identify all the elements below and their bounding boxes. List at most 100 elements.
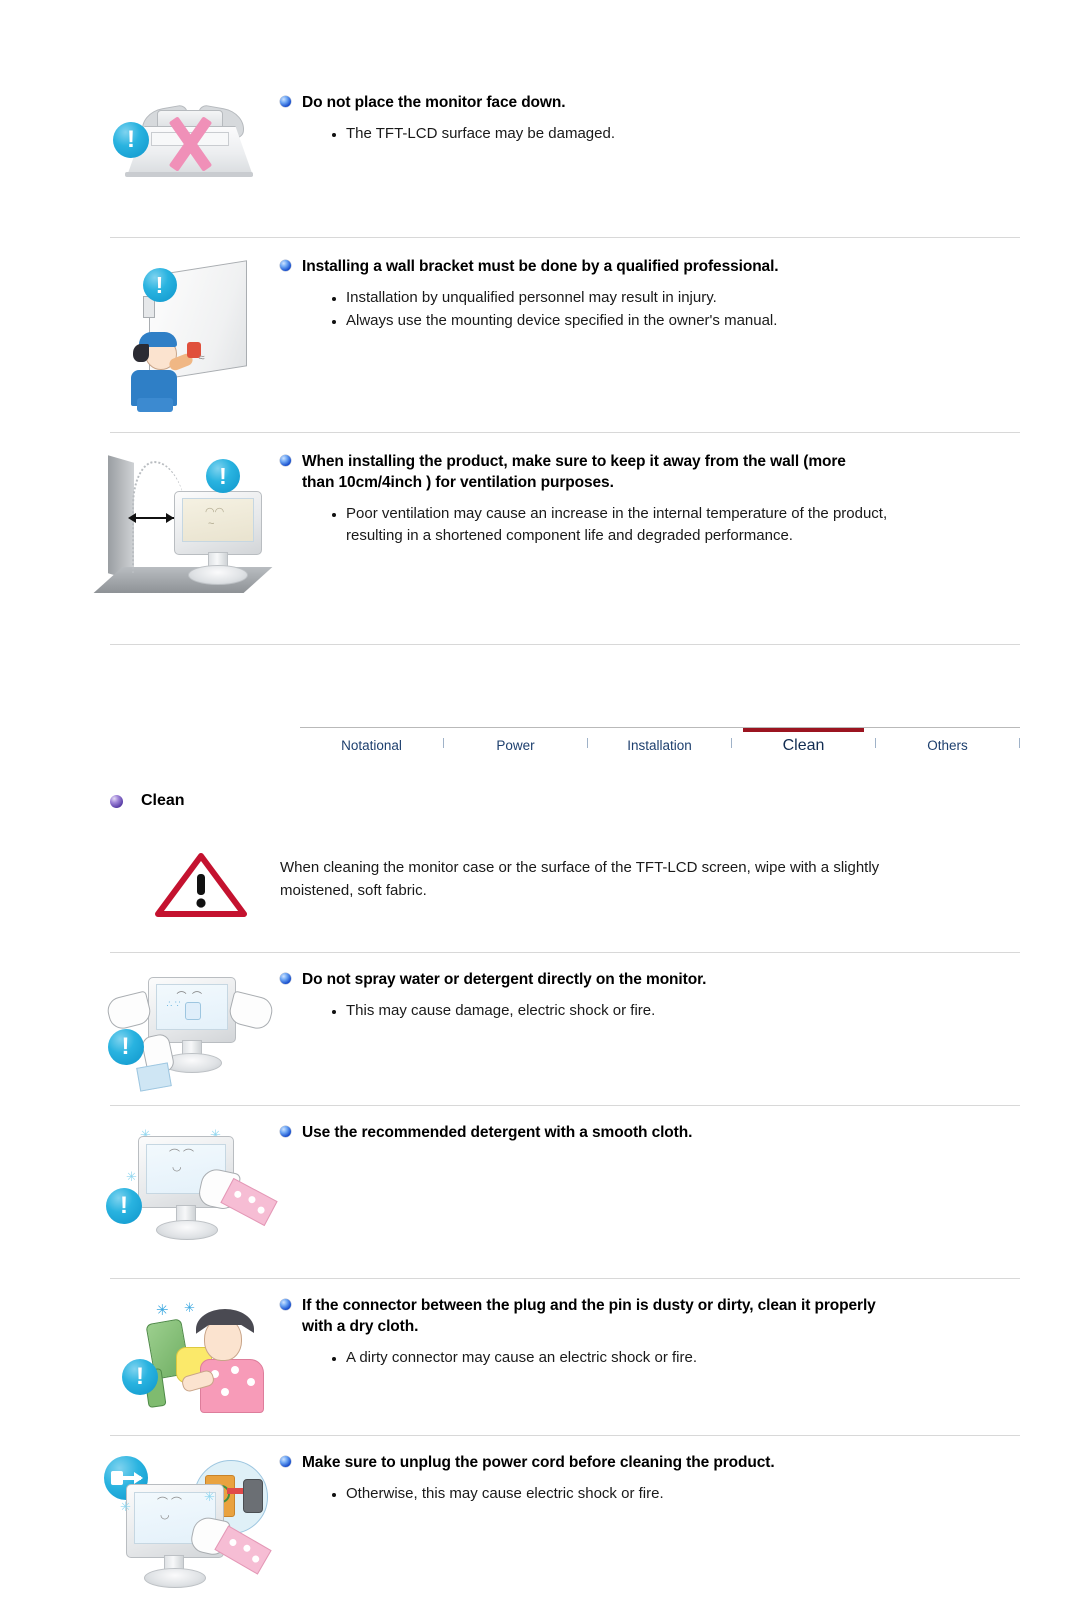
divider-2 xyxy=(110,432,1020,433)
pink-polka-cloth-icon xyxy=(214,1525,272,1575)
heading-text: Do not place the monitor face down. xyxy=(302,94,566,111)
blue-sphere-bullet-icon xyxy=(280,1456,291,1467)
heading-text: Installing a wall bracket must be done b… xyxy=(302,258,779,275)
monitor-screen: ◠◠ ~ xyxy=(182,498,254,542)
figure-worker-wall-bracket: ≈ ! xyxy=(100,256,275,412)
exclamation-badge-icon: ! xyxy=(106,1188,142,1224)
bullet-list-no-spray: This may cause damage, electric shock or… xyxy=(280,1000,1020,1022)
divider-4 xyxy=(110,952,1020,953)
exclamation-badge-icon: ! xyxy=(142,268,177,302)
section-clean-intro: When cleaning the monitor case or the su… xyxy=(0,852,1080,918)
screen-face-graphic: ◠◠ ~ xyxy=(205,506,225,530)
monitor-base xyxy=(188,565,248,585)
heading-text: Make sure to unplug the power cord befor… xyxy=(302,1454,775,1471)
tab-navigation[interactable]: Notational Power Installation Clean Othe… xyxy=(300,727,1020,762)
section-wall-bracket: ≈ ! Installing a wall bracket must be do… xyxy=(0,256,1080,412)
bullet-list-dusty-connector: A dirty connector may cause an electric … xyxy=(280,1347,1020,1369)
figure-monitor-spray-warning: ⌒ ⌒ ∴ ∵ ! xyxy=(100,969,275,1092)
heading-recommended-detergent: Use the recommended detergent with a smo… xyxy=(280,1122,1020,1143)
divider-1 xyxy=(110,237,1020,238)
cloth-icon xyxy=(135,1062,172,1092)
bullet-list-unplug-first: Otherwise, this may cause electric shock… xyxy=(280,1483,1020,1505)
heading-do-not-place-face-down: Do not place the monitor face down. xyxy=(280,92,1020,113)
distance-arrow-right xyxy=(166,513,174,523)
cross-icon xyxy=(167,116,215,172)
heading-text: When installing the product, make sure t… xyxy=(302,453,846,491)
heading-wall-bracket: Installing a wall bracket must be done b… xyxy=(280,256,1020,277)
section-tabbar: Notational Power Installation Clean Othe… xyxy=(300,725,1020,762)
worker-legs xyxy=(136,398,173,412)
safety-instructions-page: ! Do not place the monitor face down. Th… xyxy=(0,92,1080,1619)
monitor-base xyxy=(144,1568,206,1588)
section-recommended-detergent: ✳ ✳ ✳ ⌒ ⌒ ◡ ! Use the recommended deterg… xyxy=(0,1122,1080,1254)
tab-clean[interactable]: Clean xyxy=(732,728,875,762)
heading-no-spray: Do not spray water or detergent directly… xyxy=(280,969,1020,990)
monitor-base xyxy=(156,1220,218,1240)
sparkle-icon: ✳ xyxy=(204,1489,215,1504)
motion-marks: ≈ xyxy=(198,352,205,364)
exclamation-badge-icon: ! xyxy=(122,1359,158,1395)
figure-unplug-before-cleaning: ⌒ ⌒ ◡ ✳ ✳ xyxy=(100,1452,275,1591)
sparkle-icon: ✳ xyxy=(120,1499,131,1514)
sparkle-icon: ✳ xyxy=(184,1300,195,1315)
pink-polka-cloth-icon xyxy=(220,1177,278,1227)
heading-text: If the connector between the plug and th… xyxy=(302,1297,876,1335)
spray-bottle-graphic xyxy=(184,1002,201,1020)
monitor-screen: ⌒ ⌒ ∴ ∵ xyxy=(155,984,228,1030)
content-wall-bracket: Installing a wall bracket must be done b… xyxy=(275,256,1020,333)
heading-dusty-connector: If the connector between the plug and th… xyxy=(280,1295,882,1337)
content-do-not-place-face-down: Do not place the monitor face down. The … xyxy=(275,92,1020,146)
tab-separator xyxy=(1019,738,1020,748)
content-no-spray: Do not spray water or detergent directly… xyxy=(275,969,1020,1023)
spray-droplets-graphic: ∴ ∵ xyxy=(166,999,181,1009)
warning-triangle-icon xyxy=(154,853,247,917)
woman-shirt xyxy=(200,1359,264,1413)
section-title-label: Clean xyxy=(141,792,185,809)
list-item: The TFT-LCD surface may be damaged. xyxy=(332,123,1020,145)
list-item: This may cause damage, electric shock or… xyxy=(332,1000,1020,1022)
heading-text: Do not spray water or detergent directly… xyxy=(302,971,707,988)
exclamation-badge-icon: ! xyxy=(206,459,240,493)
blue-sphere-bullet-icon xyxy=(280,260,291,271)
blue-sphere-bullet-icon xyxy=(280,96,291,107)
tab-others[interactable]: Others xyxy=(876,732,1019,762)
sparkle-icon: ✳ xyxy=(156,1302,169,1319)
section-unplug-first: ⌒ ⌒ ◡ ✳ ✳ Make sure to unplug the power … xyxy=(0,1452,1080,1591)
list-item: Installation by unqualified personnel ma… xyxy=(332,287,1020,309)
list-item: A dirty connector may cause an electric … xyxy=(332,1347,1020,1369)
monitor-shadow-bar xyxy=(125,172,253,177)
tab-installation[interactable]: Installation xyxy=(588,732,731,762)
divider-5 xyxy=(110,1105,1020,1106)
worker-hair xyxy=(132,344,149,362)
screen-smiley-graphic: ⌒ ⌒ ◡ xyxy=(157,1497,183,1521)
figure-warning-triangle xyxy=(100,852,275,918)
section-ventilation: ◠◠ ~ ! When installing the product, make… xyxy=(0,451,1080,610)
blue-sphere-bullet-icon xyxy=(280,1299,291,1310)
section-title-clean: Clean xyxy=(0,792,1080,810)
figure-monitor-away-from-wall: ◠◠ ~ ! xyxy=(93,451,275,610)
exclamation-badge-icon: ! xyxy=(107,1029,144,1065)
list-item: Always use the mounting device specified… xyxy=(332,310,1020,332)
clean-intro-text: When cleaning the monitor case or the su… xyxy=(280,859,880,899)
sparkle-icon: ✳ xyxy=(126,1169,137,1184)
content-recommended-detergent: Use the recommended detergent with a smo… xyxy=(275,1122,1020,1143)
section-dusty-connector: ✳ ✳ ! If the connector between the plug … xyxy=(0,1295,1080,1417)
blue-sphere-bullet-icon xyxy=(280,455,291,466)
content-unplug-first: Make sure to unplug the power cord befor… xyxy=(275,1452,1020,1506)
purple-sphere-bullet-icon xyxy=(110,794,123,808)
divider-7 xyxy=(110,1435,1020,1436)
hand-left-icon xyxy=(104,990,153,1032)
heading-text: Use the recommended detergent with a smo… xyxy=(302,1124,693,1141)
content-dusty-connector: If the connector between the plug and th… xyxy=(275,1295,1020,1370)
tab-notational[interactable]: Notational xyxy=(300,732,443,762)
list-item: Poor ventilation may cause an increase i… xyxy=(332,503,902,547)
figure-woman-cleaning-connector: ✳ ✳ ! xyxy=(100,1295,275,1417)
divider-6 xyxy=(110,1278,1020,1279)
screen-smiley-graphic: ⌒ ⌒ ◡ xyxy=(169,1149,195,1173)
figure-monitor-wipe-cloth: ✳ ✳ ✳ ⌒ ⌒ ◡ ! xyxy=(100,1122,278,1254)
bullet-list-wall-bracket: Installation by unqualified personnel ma… xyxy=(280,287,1020,332)
content-clean-intro: When cleaning the monitor case or the su… xyxy=(275,852,1020,902)
divider-3 xyxy=(110,644,1020,645)
bullet-list-face-down: The TFT-LCD surface may be damaged. xyxy=(280,123,1020,145)
tab-power[interactable]: Power xyxy=(444,732,587,762)
